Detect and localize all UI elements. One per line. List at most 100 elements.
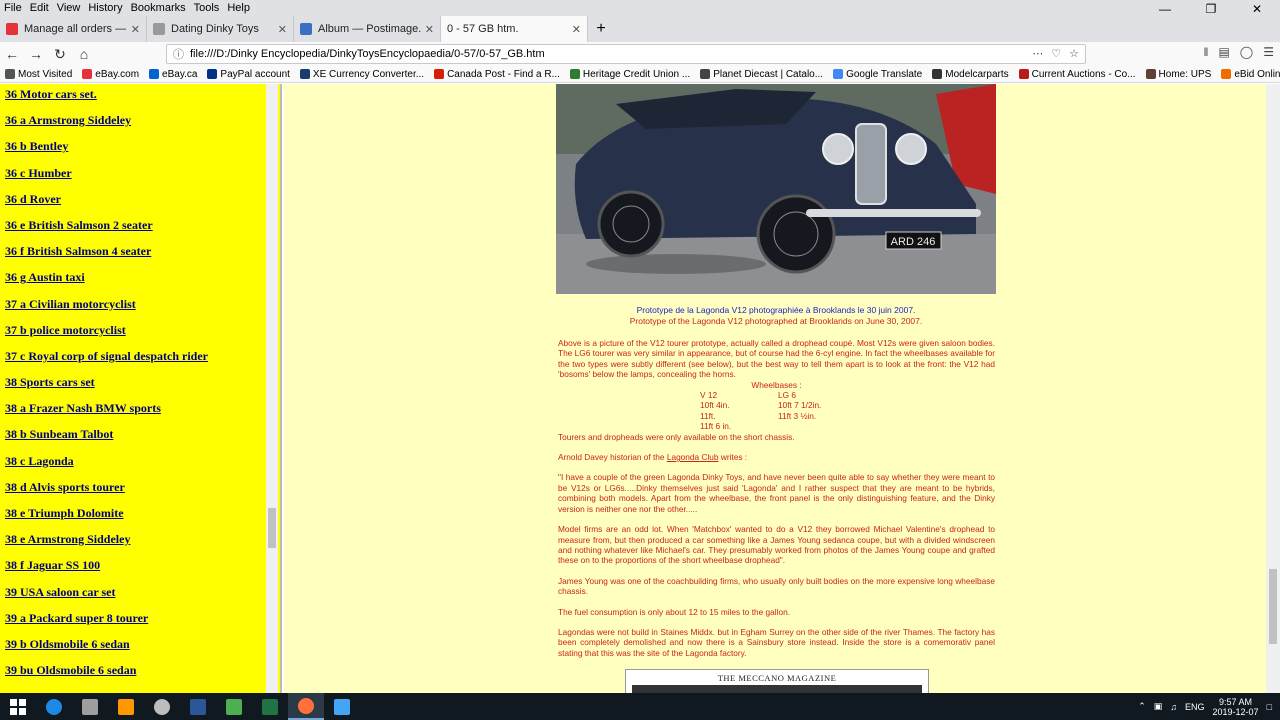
sidebar-model-link[interactable]: 39 bu Oldsmobile 6 sedan <box>5 663 208 689</box>
bookmark-item[interactable]: Heritage Credit Union ... <box>565 69 695 80</box>
sidebar-model-link[interactable]: 38 e Armstrong Siddeley <box>5 532 208 558</box>
paragraph-model-firms: Model firms are an odd lot. When 'Matchb… <box>558 524 995 566</box>
camera-taskbar-icon[interactable] <box>144 693 180 720</box>
menu-help[interactable]: Help <box>223 2 254 14</box>
sidebar-model-link[interactable]: 37 b police motorcyclist <box>5 323 208 349</box>
menu-history[interactable]: History <box>84 2 126 14</box>
bookmark-item[interactable]: Most Visited <box>0 69 77 80</box>
address-bar[interactable]: ⓘ file:///D:/Dinky Encyclopedia/DinkyToy… <box>166 44 1086 64</box>
bookmark-item[interactable]: eBid Online Auction a... <box>1216 69 1280 80</box>
bookmark-item[interactable]: Canada Post - Find a R... <box>429 69 565 80</box>
license-plate: ARD 246 <box>891 236 936 248</box>
new-tab-icon[interactable]: + <box>588 16 614 42</box>
edge-taskbar-icon[interactable] <box>36 693 72 720</box>
page-info-icon[interactable]: ⓘ <box>173 46 184 62</box>
caption-french: Prototype de la Lagonda V12 photographié… <box>636 305 916 315</box>
back-icon[interactable]: ← <box>0 46 24 62</box>
sidebar-model-link[interactable]: 36 c Humber <box>5 166 208 192</box>
bookmark-item[interactable]: eBay.ca <box>144 69 202 80</box>
paragraph-factory: Lagondas were not build in Staines Middx… <box>558 626 995 658</box>
sidebar-scrollbar[interactable] <box>266 84 278 693</box>
bookmark-star-icon[interactable]: ☆ <box>1069 47 1079 60</box>
media-taskbar-icon[interactable] <box>72 693 108 720</box>
menu-file[interactable]: File <box>0 2 26 14</box>
sidebar-model-link[interactable]: 38 e Triumph Dolomite <box>5 506 208 532</box>
photos-taskbar-icon[interactable] <box>216 693 252 720</box>
start-button[interactable] <box>0 693 36 720</box>
sidebar-model-link[interactable]: 36 Motor cars set. <box>5 87 208 113</box>
bookmark-favicon-icon <box>434 69 445 79</box>
postimage-favicon-icon <box>300 23 312 35</box>
system-tray: ⌃ ▣ ♫ ENG 9:57 AM 2019-12-07 □ <box>1138 693 1272 720</box>
language-indicator[interactable]: ENG <box>1185 702 1205 712</box>
meccano-magazine-clipping: THE MECCANO MAGAZINE <box>625 669 929 693</box>
tray-chevron-icon[interactable]: ⌃ <box>1138 701 1146 712</box>
sidebar-model-link[interactable]: 36 f British Salmson 4 seater <box>5 244 208 270</box>
clock[interactable]: 9:57 AM 2019-12-07 <box>1213 697 1259 717</box>
volume-icon[interactable]: ♫ <box>1170 702 1177 712</box>
hamburger-menu-icon[interactable]: ☰ <box>1263 45 1274 59</box>
sidebar-model-link[interactable]: 38 Sports cars set <box>5 375 208 401</box>
sidebar-model-link[interactable]: 37 a Civilian motorcyclist <box>5 297 208 323</box>
sidebar-model-link[interactable]: 36 d Rover <box>5 192 208 218</box>
main-scroll-thumb[interactable] <box>1269 569 1277 644</box>
player-taskbar-icon[interactable] <box>108 693 144 720</box>
bookmark-item[interactable]: Home: UPS <box>1141 69 1217 80</box>
sidebar-model-link[interactable]: 38 f Jaguar SS 100 <box>5 558 208 584</box>
sidebar-scroll-thumb[interactable] <box>268 508 276 548</box>
notifications-icon[interactable]: □ <box>1267 702 1272 712</box>
bookmark-item[interactable]: Modelcarparts <box>927 69 1013 80</box>
close-tab-icon[interactable]: ✕ <box>425 23 434 36</box>
wheelbases-heading: Wheelbases : <box>751 379 802 390</box>
sidebar-model-link[interactable]: 37 c Royal corp of signal despatch rider <box>5 349 208 375</box>
pocket-icon[interactable]: ♡ <box>1051 47 1061 60</box>
sidebar-model-link[interactable]: 39 USA saloon car set <box>5 585 208 611</box>
url-actions: ⋯ ♡ ☆ <box>1032 47 1079 60</box>
sidebar-model-link[interactable]: 38 a Frazer Nash BMW sports <box>5 401 208 427</box>
bookmark-item[interactable]: Google Translate <box>828 69 927 80</box>
sidebar-model-link[interactable]: 36 a Armstrong Siddeley <box>5 113 208 139</box>
close-tab-icon[interactable]: ✕ <box>278 23 287 36</box>
bookmark-item[interactable]: PayPal account <box>202 69 295 80</box>
bookmark-item[interactable]: Planet Diecast | Catalo... <box>695 69 828 80</box>
home-icon[interactable]: ⌂ <box>72 46 96 62</box>
account-icon[interactable]: ◯ <box>1240 45 1253 59</box>
firefox-taskbar-icon[interactable] <box>288 693 324 720</box>
excel-taskbar-icon[interactable] <box>252 693 288 720</box>
library-icon[interactable]: ‖ <box>1203 45 1208 59</box>
sidebar-model-link[interactable]: 38 b Sunbeam Talbot <box>5 427 208 453</box>
menu-bookmarks[interactable]: Bookmarks <box>127 2 190 14</box>
bookmark-favicon-icon <box>207 69 218 79</box>
word-taskbar-icon[interactable] <box>180 693 216 720</box>
sidebar-model-link[interactable]: 38 c Lagonda <box>5 454 208 480</box>
tab-dating-dinky[interactable]: Dating Dinky Toys ✕ <box>147 16 294 42</box>
forward-icon[interactable]: → <box>24 46 48 62</box>
sidebar-model-link[interactable]: 36 b Bentley <box>5 139 208 165</box>
explorer-taskbar-icon[interactable] <box>324 693 360 720</box>
tab-encyclopedia-active[interactable]: 0 - 57 GB htm. ✕ <box>441 16 588 42</box>
network-icon[interactable]: ▣ <box>1154 701 1163 712</box>
bookmark-item[interactable]: XE Currency Converter... <box>295 69 429 80</box>
lagonda-club-link[interactable]: Lagonda Club <box>667 452 719 462</box>
menu-view[interactable]: View <box>53 2 85 14</box>
sidebar-toggle-icon[interactable]: ▤ <box>1218 45 1229 59</box>
page-actions-icon[interactable]: ⋯ <box>1032 47 1043 60</box>
close-tab-icon[interactable]: ✕ <box>572 23 581 36</box>
sidebar-model-link[interactable]: 36 g Austin taxi <box>5 270 208 296</box>
sidebar-model-link[interactable]: 39 a Packard super 8 tourer <box>5 611 208 637</box>
tab-title: 0 - 57 GB htm. <box>447 23 519 35</box>
menu-tools[interactable]: Tools <box>190 2 224 14</box>
wheelbase-cell: 11ft 6 in. <box>700 421 732 432</box>
sidebar-model-link[interactable]: 36 e British Salmson 2 seater <box>5 218 208 244</box>
bookmark-item[interactable]: eBay.com <box>77 69 144 80</box>
sidebar-model-link[interactable]: 39 b Oldsmobile 6 sedan <box>5 637 208 663</box>
main-scrollbar[interactable] <box>1266 84 1280 693</box>
menu-edit[interactable]: Edit <box>26 2 53 14</box>
bookmark-favicon-icon <box>932 69 943 79</box>
close-tab-icon[interactable]: ✕ <box>131 23 140 36</box>
sidebar-model-link[interactable]: 38 d Alvis sports tourer <box>5 480 208 506</box>
reload-icon[interactable]: ↻ <box>48 46 72 63</box>
tab-postimage-album[interactable]: Album — Postimage.org ✕ <box>294 16 441 42</box>
bookmark-item[interactable]: Current Auctions - Co... <box>1014 69 1141 80</box>
tab-ebay-orders[interactable]: Manage all orders — eBay Selle ✕ <box>0 16 147 42</box>
